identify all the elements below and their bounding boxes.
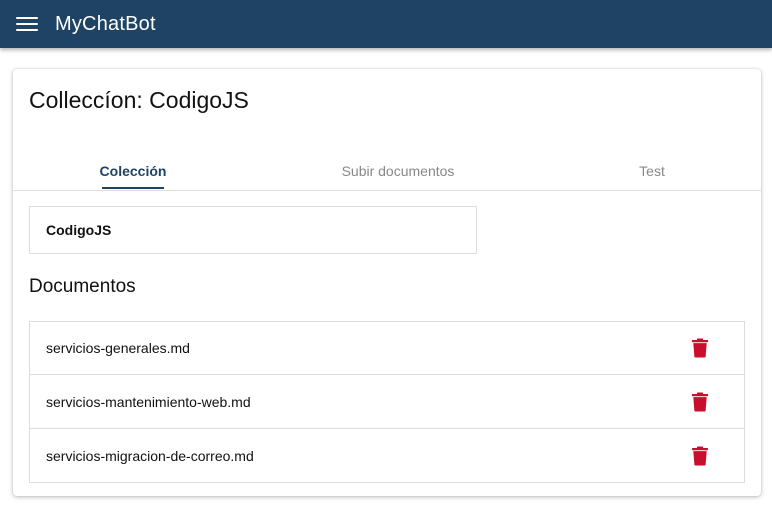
documents-list: servicios-generales.md servicios-manteni…: [29, 321, 745, 483]
trash-icon[interactable]: [692, 392, 708, 411]
collection-name-box: CodigoJS: [29, 206, 477, 254]
list-item: servicios-migracion-de-correo.md: [30, 428, 744, 482]
trash-icon[interactable]: [692, 338, 708, 358]
tab-bar: Colección Subir documentos Test: [13, 157, 761, 191]
document-name: servicios-mantenimiento-web.md: [46, 393, 251, 410]
tab-coleccion[interactable]: Colección: [13, 157, 253, 189]
tab-label: Colección: [99, 163, 167, 179]
collection-card: Colleccíon: CodigoJS Colección Subir doc…: [13, 69, 761, 496]
list-item: servicios-generales.md: [30, 322, 744, 374]
trash-icon[interactable]: [692, 446, 708, 465]
document-name: servicios-generales.md: [46, 340, 190, 356]
collection-name: CodigoJS: [46, 222, 112, 238]
tab-label: Subir documentos: [341, 163, 455, 179]
app-title: MyChatBot: [55, 12, 156, 35]
active-tab-indicator: [102, 187, 164, 189]
menu-icon[interactable]: [16, 15, 38, 33]
tab-test[interactable]: Test: [532, 157, 772, 189]
tab-subir-documentos[interactable]: Subir documentos: [278, 157, 518, 189]
list-item: servicios-mantenimiento-web.md: [30, 374, 744, 428]
tab-label: Test: [639, 163, 665, 179]
document-name: servicios-migracion-de-correo.md: [46, 447, 254, 464]
page-title: Colleccíon: CodigoJS: [29, 87, 249, 113]
documents-heading: Documentos: [29, 276, 136, 297]
app-bar: MyChatBot: [0, 0, 772, 48]
